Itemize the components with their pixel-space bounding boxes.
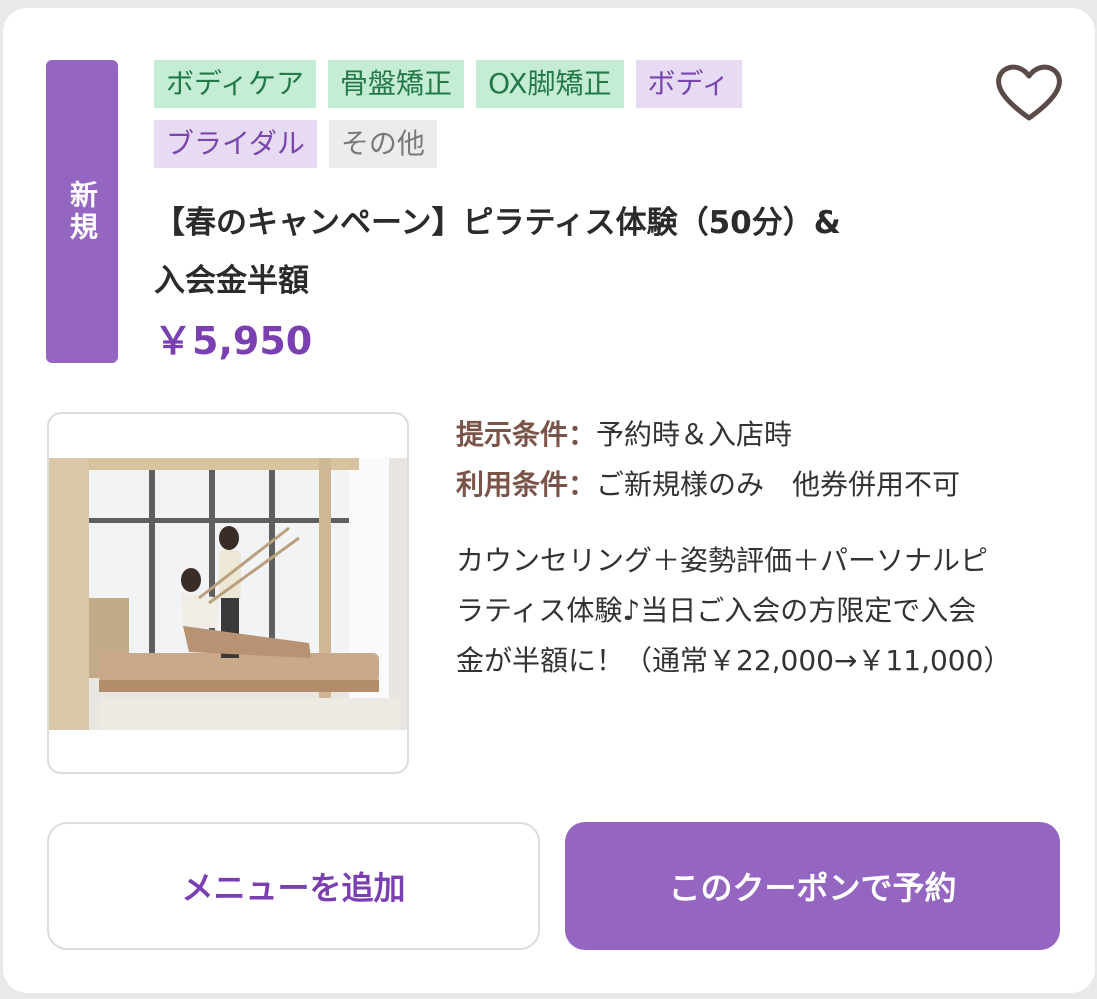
coupon-card: 新規 ボディケア 骨盤矯正 OX脚矯正 ボディ ブライダル その他 【春のキャン… (3, 8, 1095, 993)
book-coupon-button[interactable]: このクーポンで予約 (565, 822, 1060, 950)
coupon-conditions: 提示条件：予約時＆入店時 利用条件：ご新規様のみ 他券併用不可 (456, 410, 1056, 510)
description-line: ラティス体験♪当日ご入会の方限定で入会 (456, 594, 977, 627)
description-line: カウンセリング＋姿勢評価＋パーソナルピ (456, 544, 989, 577)
pilates-studio-photo (49, 458, 407, 730)
add-menu-button[interactable]: メニューを追加 (47, 822, 540, 950)
coupon-photo-frame (47, 412, 409, 774)
coupon-price: ￥5,950 (154, 319, 313, 363)
coupon-title: 【春のキャンペーン】ピラティス体験（50分）& 入会金半額 (154, 194, 954, 310)
tag-pelvis-correction: 骨盤矯正 (328, 60, 465, 108)
tag-other: その他 (328, 120, 437, 168)
condition-usage: 利用条件：ご新規様のみ 他券併用不可 (456, 468, 961, 501)
heart-outline-icon[interactable] (993, 60, 1065, 124)
tag-ox-leg-correction: OX脚矯正 (476, 60, 624, 108)
tag-row-1: ボディケア 骨盤矯正 OX脚矯正 ボディ (154, 60, 834, 108)
category-tags: ボディケア 骨盤矯正 OX脚矯正 ボディ ブライダル その他 (154, 60, 834, 180)
tag-body: ボディ (635, 60, 742, 108)
new-customer-badge: 新規 (46, 60, 118, 363)
coupon-title-line-1: 【春のキャンペーン】ピラティス体験（50分）& (154, 205, 841, 241)
tag-bridal: ブライダル (154, 120, 317, 168)
condition-value: 予約時＆入店時 (596, 418, 793, 451)
condition-presentation: 提示条件：予約時＆入店時 (456, 418, 793, 451)
condition-label: 提示条件 (456, 418, 569, 451)
tag-body-care: ボディケア (154, 60, 317, 108)
condition-value: ご新規様のみ 他券併用不可 (596, 468, 961, 501)
coupon-description: カウンセリング＋姿勢評価＋パーソナルピ ラティス体験♪当日ご入会の方限定で入会 … (456, 536, 1056, 686)
condition-label: 利用条件 (456, 468, 569, 501)
description-line: 金が半額に！（通常￥22,000→￥11,000） (456, 644, 1012, 677)
tag-row-2: ブライダル その他 (154, 120, 834, 168)
coupon-title-line-2: 入会金半額 (154, 263, 309, 299)
